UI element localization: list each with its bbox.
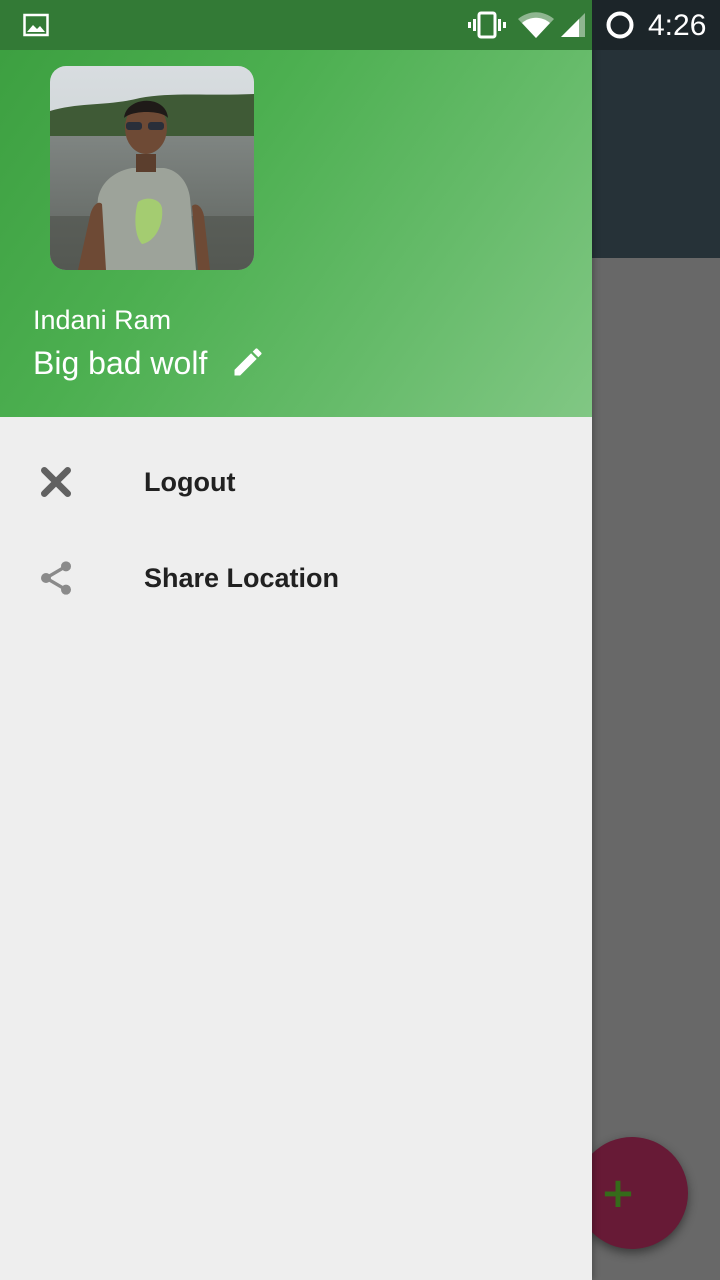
image-notification-icon xyxy=(22,0,50,50)
pencil-icon xyxy=(234,348,262,376)
add-icon: + xyxy=(600,1168,636,1217)
menu-item-share-location[interactable]: Share Location xyxy=(0,530,592,626)
add-fab-button[interactable]: + xyxy=(576,1137,688,1249)
status-time: 4:26 xyxy=(648,9,707,42)
profile-photo xyxy=(50,66,254,270)
menu-item-label: Share Location xyxy=(144,563,340,593)
close-icon xyxy=(34,461,78,503)
wifi-icon xyxy=(516,0,556,50)
menu-item-label: Logout xyxy=(144,467,236,497)
navigation-drawer: Indani Ram Big bad wolf Logout Share Loc… xyxy=(0,0,592,1280)
avatar[interactable] xyxy=(50,66,254,270)
cell-signal-icon xyxy=(558,0,588,50)
share-icon xyxy=(34,557,78,599)
profile-status: Big bad wolf xyxy=(33,345,208,381)
loading-circle-icon xyxy=(604,0,636,50)
vibrate-icon xyxy=(468,0,506,50)
profile-name: Indani Ram xyxy=(33,305,172,335)
status-bar: 4:26 xyxy=(0,0,720,50)
edit-status-button[interactable] xyxy=(230,344,266,380)
drawer-header: Indani Ram Big bad wolf xyxy=(0,0,592,417)
menu-item-logout[interactable]: Logout xyxy=(0,434,592,530)
